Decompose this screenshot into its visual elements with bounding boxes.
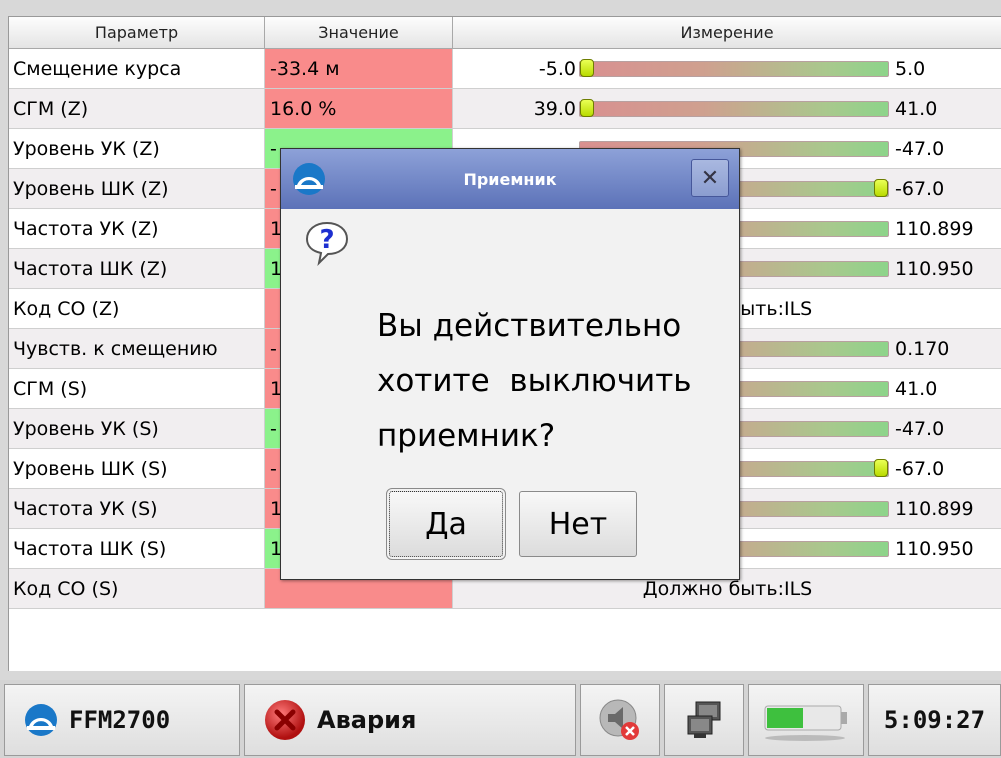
param-cell: Уровень ШК (S) [9, 449, 265, 488]
param-cell: Частота ШК (S) [9, 529, 265, 568]
dialog-title: Приемник [463, 169, 557, 189]
range-max: 110.899 [895, 217, 974, 240]
dialog-titlebar[interactable]: Приемник ✕ [281, 149, 739, 209]
param-cell: СГМ (Z) [9, 89, 265, 128]
receiver-logo-icon [293, 163, 325, 195]
range-max: 41.0 [895, 377, 938, 400]
alarm-red-circle-icon [265, 700, 305, 740]
param-cell: Уровень УК (S) [9, 409, 265, 448]
range-marker [874, 459, 888, 477]
question-icon: ? [305, 221, 349, 267]
param-cell: Смещение курса [9, 49, 265, 88]
sound-muted-icon [599, 699, 639, 740]
range-max: 110.950 [895, 537, 974, 560]
range-max: 110.899 [895, 497, 974, 520]
clock[interactable]: 5:09:27 [868, 684, 1001, 756]
range-max: -47.0 [895, 417, 945, 440]
range-max: 41.0 [895, 97, 938, 120]
range-marker [874, 179, 888, 197]
range-max: 5.0 [895, 57, 926, 80]
battery-icon [764, 705, 847, 741]
no-button[interactable]: Нет [519, 491, 637, 557]
confirm-dialog: Приемник ✕ ? Вы действительно хотите вык… [280, 148, 740, 580]
taskbar: FFM2700 Авария 5:09:27 [0, 680, 1001, 758]
alarm-label: Авария [317, 706, 417, 734]
message-line: Вы действительно [377, 308, 682, 344]
network-computers-icon [687, 701, 721, 738]
range-min: -5.0 [538, 57, 576, 80]
param-cell: Частота УК (Z) [9, 209, 265, 248]
param-cell: Частота УК (S) [9, 489, 265, 528]
message-line: хотите выключить [377, 363, 692, 399]
table-row[interactable]: СГМ (Z) 16.0 % 39.0 41.0 [9, 89, 1001, 129]
table-row[interactable]: Смещение курса -33.4 м -5.0 5.0 [9, 49, 1001, 89]
column-header-measure[interactable]: Измерение [453, 17, 1001, 49]
range-bar [579, 99, 889, 117]
close-button[interactable]: ✕ [691, 159, 729, 197]
range-max: -47.0 [895, 137, 945, 160]
sound-button[interactable] [580, 684, 660, 756]
param-cell: СГМ (S) [9, 369, 265, 408]
column-header-value[interactable]: Значение [265, 17, 453, 49]
column-header-param[interactable]: Параметр [9, 17, 265, 49]
param-cell: Чувств. к смещению [9, 329, 265, 368]
message-line: приемник? [377, 418, 556, 454]
measure-cell: -5.0 5.0 [453, 49, 1001, 88]
app-button[interactable]: FFM2700 [4, 684, 240, 756]
range-max: 0.170 [895, 337, 950, 360]
param-cell: Уровень ШК (Z) [9, 169, 265, 208]
param-cell: Частота ШК (Z) [9, 249, 265, 288]
range-max: -67.0 [895, 177, 945, 200]
value-cell: 16.0 % [265, 89, 453, 128]
dialog-message: Вы действительно хотите выключить приемн… [377, 299, 727, 464]
close-icon: ✕ [700, 165, 720, 191]
battery-indicator[interactable] [748, 684, 864, 756]
param-cell: Код СО (S) [9, 569, 265, 608]
yes-button[interactable]: Да [386, 488, 506, 560]
range-marker [580, 59, 594, 77]
receiver-logo-icon [25, 704, 57, 736]
network-button[interactable] [664, 684, 744, 756]
range-max: -67.0 [895, 457, 945, 480]
range-bar [579, 59, 889, 77]
param-cell: Код СО (Z) [9, 289, 265, 328]
range-min: 39.0 [533, 97, 576, 120]
app-name: FFM2700 [69, 706, 171, 734]
range-max: 110.950 [895, 257, 974, 280]
alarm-button[interactable]: Авария [244, 684, 576, 756]
param-cell: Уровень УК (Z) [9, 129, 265, 168]
clock-time: 5:09:27 [883, 706, 986, 734]
value-cell: -33.4 м [265, 49, 453, 88]
measure-cell: 39.0 41.0 [453, 89, 1001, 128]
range-marker [580, 99, 594, 117]
svg-text:?: ? [319, 225, 334, 255]
